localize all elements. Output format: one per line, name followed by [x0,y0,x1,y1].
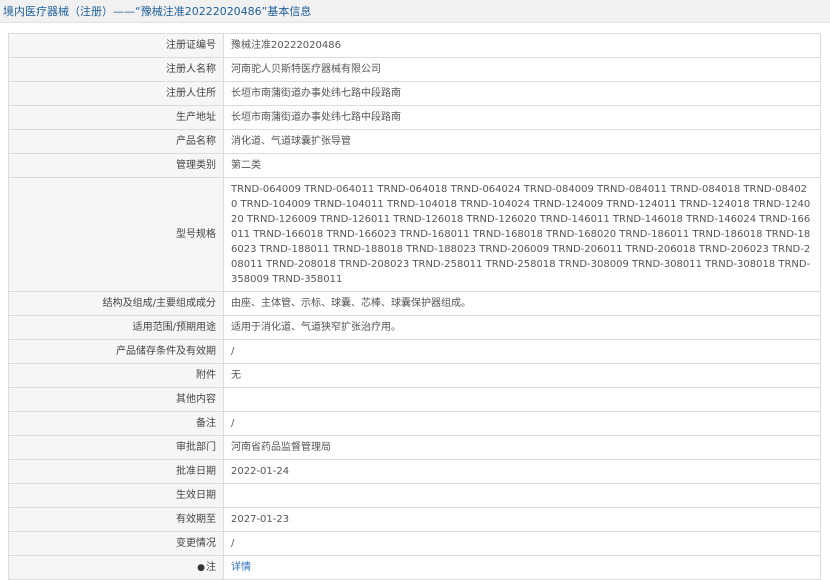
row-label: 结构及组成/主要组成成分 [8,291,224,316]
row-label: 有效期至 [8,507,224,532]
table-row: 生效日期 [8,483,821,508]
row-value: 适用于消化道、气道狭窄扩张治疗用。 [223,315,821,340]
table-row: 变更情况 / [8,531,821,556]
table-row: 批准日期 2022-01-24 [8,459,821,484]
row-label: 产品名称 [8,129,224,154]
row-value: 长垣市南蒲街道办事处纬七路中段路南 [223,105,821,130]
row-value: 第二类 [223,153,821,178]
table-row: 生产地址 长垣市南蒲街道办事处纬七路中段路南 [8,105,821,130]
row-value: 消化道、气道球囊扩张导管 [223,129,821,154]
row-label: 变更情况 [8,531,224,556]
table-row: 型号规格 TRND-064009 TRND-064011 TRND-064018 … [8,177,821,292]
row-value: TRND-064009 TRND-064011 TRND-064018 TRND… [223,177,821,292]
page-header: 境内医疗器械（注册）——“豫械注准20222020486”基本信息 [0,0,830,23]
table-row: 产品储存条件及有效期 / [8,339,821,364]
table-row: 结构及组成/主要组成成分 由座、主体管、示标、球囊、芯棒、球囊保护器组成。 [8,291,821,316]
info-table-wrapper: 注册证编号 豫械注准20222020486 注册人名称 河南驼人贝斯特医疗器械有限公司… [8,33,821,580]
location-pin-icon: ● [197,562,205,573]
row-label: 型号规格 [8,177,224,292]
page-title: 境内医疗器械（注册）——“豫械注准20222020486”基本信息 [3,5,312,18]
table-row: 审批部门 河南省药品监督管理局 [8,435,821,460]
row-value: 无 [223,363,821,388]
row-label: 注册人名称 [8,57,224,82]
table-row: 附件无 [8,363,821,388]
row-value: 河南省药品监督管理局 [223,435,821,460]
row-value: / [223,339,821,364]
row-value: 长垣市南蒲街道办事处纬七路中段路南 [223,81,821,106]
row-label: 注册证编号 [8,33,224,58]
row-label: 适用范围/预期用途 [8,315,224,340]
row-value: 豫械注准20222020486 [223,33,821,58]
row-value: 2022-01-24 [223,459,821,484]
table-row-note: ●注 详情 [8,555,821,580]
info-table: 注册证编号 豫械注准20222020486 注册人名称 河南驼人贝斯特医疗器械有限公司… [8,33,821,580]
row-value: / [223,531,821,556]
table-row: 备注 / [8,411,821,436]
row-label: 管理类别 [8,153,224,178]
row-value [223,387,821,412]
row-label: 附件 [8,363,224,388]
table-row: 注册人名称 河南驼人贝斯特医疗器械有限公司 [8,57,821,82]
row-value: 2027-01-23 [223,507,821,532]
row-label: 生效日期 [8,483,224,508]
row-label: 审批部门 [8,435,224,460]
row-value [223,483,821,508]
row-value: 河南驼人贝斯特医疗器械有限公司 [223,57,821,82]
table-row: 注册人住所 长垣市南蒲街道办事处纬七路中段路南 [8,81,821,106]
table-row: 有效期至 2027-01-23 [8,507,821,532]
row-label: 注册人住所 [8,81,224,106]
row-value: / [223,411,821,436]
details-link[interactable]: 详情 [231,562,251,573]
row-label: 其他内容 [8,387,224,412]
row-label: 生产地址 [8,105,224,130]
row-label: 批准日期 [8,459,224,484]
row-value: 由座、主体管、示标、球囊、芯棒、球囊保护器组成。 [223,291,821,316]
row-label: 备注 [8,411,224,436]
table-row: 管理类别 第二类 [8,153,821,178]
table-row: 注册证编号 豫械注准20222020486 [8,33,821,58]
note-label: 注 [206,561,216,573]
table-row: 其他内容 [8,387,821,412]
row-label: 产品储存条件及有效期 [8,339,224,364]
table-row: 适用范围/预期用途 适用于消化道、气道狭窄扩张治疗用。 [8,315,821,340]
note-value-cell: 详情 [223,555,821,580]
table-row: 产品名称 消化道、气道球囊扩张导管 [8,129,821,154]
note-label-cell: ●注 [8,555,224,580]
